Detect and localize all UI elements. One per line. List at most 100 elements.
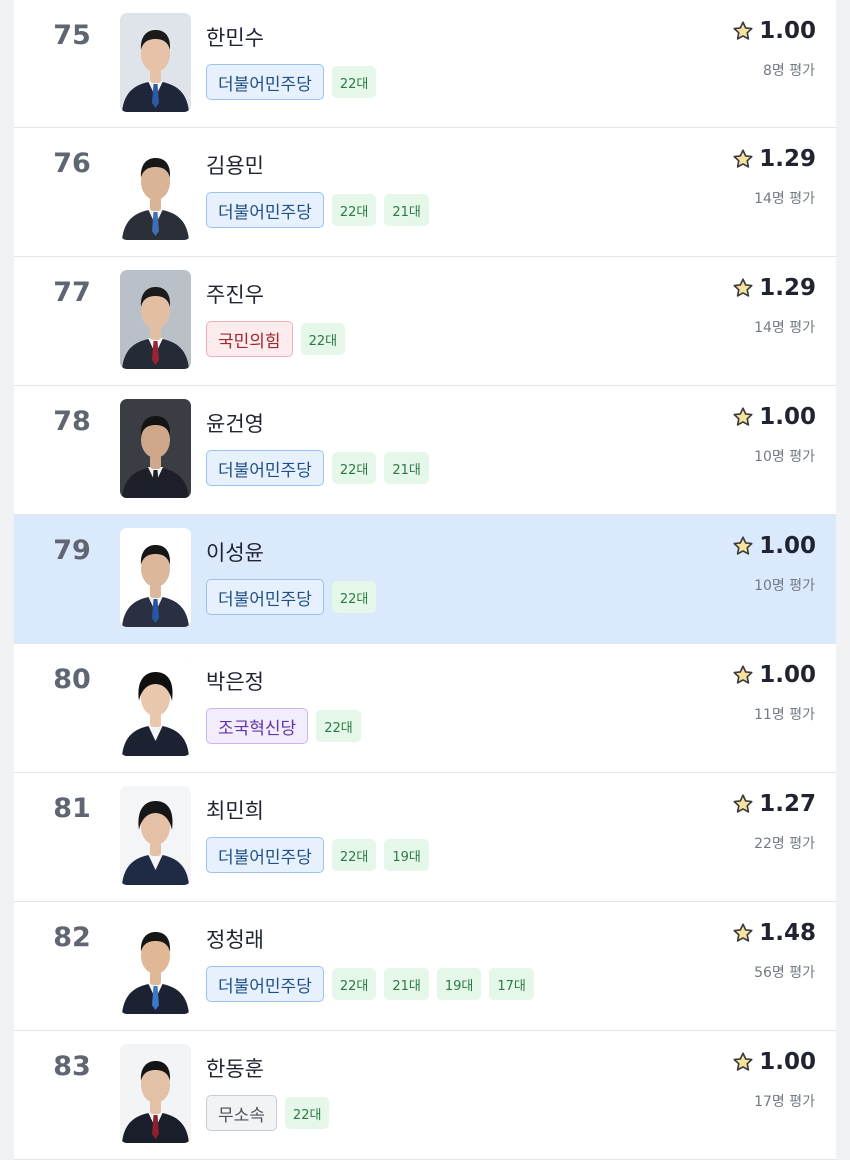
party-badge: 더불어민주당 xyxy=(206,192,324,228)
rank-number: 83 xyxy=(53,1051,91,1082)
tag-group: 더불어민주당 22대 21대 19대 17대 xyxy=(206,966,534,1002)
star-icon xyxy=(733,149,753,168)
avatar[interactable] xyxy=(120,786,191,885)
party-badge: 국민의힘 xyxy=(206,321,293,357)
politician-name[interactable]: 박은정 xyxy=(206,666,264,696)
avatar[interactable] xyxy=(120,13,191,112)
rank-number: 76 xyxy=(53,148,91,179)
rating-score: 1.48 xyxy=(732,920,816,946)
politician-name[interactable]: 주진우 xyxy=(206,279,264,309)
rating-count: 56명 평가 xyxy=(754,965,815,981)
list-item[interactable]: 77 주진우 국민의힘 22대 1.29 14명 평가 xyxy=(14,257,836,386)
term-badge: 22대 xyxy=(284,1097,330,1129)
star-icon xyxy=(733,536,753,555)
rank-number: 79 xyxy=(53,535,91,566)
term-badge: 21대 xyxy=(384,968,429,1000)
term-badge: 21대 xyxy=(384,194,429,226)
avatar[interactable] xyxy=(120,141,191,240)
rating-count: 10명 평가 xyxy=(754,578,815,594)
rating-score: 1.29 xyxy=(732,275,816,301)
party-badge: 더불어민주당 xyxy=(206,966,324,1002)
avatar[interactable] xyxy=(120,915,191,1014)
politician-name[interactable]: 윤건영 xyxy=(206,408,264,438)
avatar[interactable] xyxy=(120,1044,191,1143)
tag-group: 더불어민주당 22대 19대 xyxy=(206,837,429,873)
score-value: 1.27 xyxy=(759,791,816,817)
list-item[interactable]: 83 한동훈 무소속 22대 1.00 17명 평가 xyxy=(14,1031,836,1160)
portrait-image xyxy=(120,270,191,369)
term-badge: 22대 xyxy=(331,452,377,484)
rank-number: 82 xyxy=(53,922,91,953)
rating-count: 17명 평가 xyxy=(754,1094,815,1110)
rating-score: 1.00 xyxy=(732,662,816,688)
portrait-image xyxy=(120,786,191,885)
tag-group: 더불어민주당 22대 xyxy=(206,64,377,100)
rating-score: 1.00 xyxy=(732,404,816,430)
score-value: 1.48 xyxy=(759,920,816,946)
portrait-image xyxy=(120,1044,191,1143)
politician-name[interactable]: 최민희 xyxy=(206,795,264,825)
portrait-image xyxy=(120,399,191,498)
score-value: 1.00 xyxy=(759,662,816,688)
list-item[interactable]: 75 한민수 더불어민주당 22대 1.00 8명 평가 xyxy=(14,0,836,128)
star-icon xyxy=(733,794,753,813)
tag-group: 국민의힘 22대 xyxy=(206,321,346,357)
term-badge: 22대 xyxy=(331,66,377,98)
portrait-image xyxy=(120,915,191,1014)
politician-name[interactable]: 한민수 xyxy=(206,22,264,52)
rating-score: 1.00 xyxy=(732,18,816,44)
portrait-image xyxy=(120,141,191,240)
star-icon xyxy=(733,923,753,942)
term-badge: 19대 xyxy=(384,839,429,871)
tag-group: 더불어민주당 22대 xyxy=(206,579,377,615)
list-item[interactable]: 76 김용민 더불어민주당 22대 21대 1.29 14명 평가 xyxy=(14,128,836,257)
rating-count: 10명 평가 xyxy=(754,449,815,465)
avatar[interactable] xyxy=(120,399,191,498)
party-badge: 더불어민주당 xyxy=(206,64,324,100)
star-icon xyxy=(733,278,753,297)
tag-group: 더불어민주당 22대 21대 xyxy=(206,192,429,228)
star-icon xyxy=(733,665,753,684)
politician-name[interactable]: 이성윤 xyxy=(206,537,264,567)
rating-score: 1.27 xyxy=(732,791,816,817)
politician-name[interactable]: 한동훈 xyxy=(206,1053,264,1083)
politician-name[interactable]: 김용민 xyxy=(206,150,264,180)
rank-number: 81 xyxy=(53,793,91,824)
party-badge: 더불어민주당 xyxy=(206,837,324,873)
rating-count: 14명 평가 xyxy=(754,320,815,336)
list-item[interactable]: 79 이성윤 더불어민주당 22대 1.00 10명 평가 xyxy=(14,515,836,644)
star-icon xyxy=(733,21,753,40)
avatar[interactable] xyxy=(120,657,191,756)
score-value: 1.29 xyxy=(759,146,816,172)
rating-score: 1.00 xyxy=(732,533,816,559)
star-icon xyxy=(733,407,753,426)
term-badge: 22대 xyxy=(316,710,361,742)
term-badge: 22대 xyxy=(331,968,377,1000)
list-item[interactable]: 80 박은정 조국혁신당 22대 1.00 11명 평가 xyxy=(14,644,836,773)
rating-score: 1.29 xyxy=(732,146,816,172)
avatar[interactable] xyxy=(120,528,191,627)
party-badge: 무소속 xyxy=(206,1095,277,1131)
portrait-image xyxy=(120,528,191,627)
score-value: 1.00 xyxy=(759,404,816,430)
party-badge: 조국혁신당 xyxy=(206,708,309,744)
list-item[interactable]: 82 정청래 더불어민주당 22대 21대 19대 17대 1.48 56명 평가 xyxy=(14,902,836,1031)
term-badge: 22대 xyxy=(331,839,377,871)
rank-number: 78 xyxy=(53,406,91,437)
term-badge: 22대 xyxy=(331,581,377,613)
rating-count: 11명 평가 xyxy=(754,707,815,723)
term-badge: 22대 xyxy=(331,194,377,226)
portrait-image xyxy=(120,13,191,112)
term-badge: 19대 xyxy=(436,968,482,1000)
rank-number: 77 xyxy=(53,277,91,308)
politician-name[interactable]: 정청래 xyxy=(206,924,264,954)
ranking-list: 75 한민수 더불어민주당 22대 1.00 8명 평가 76 김용민 더불어민… xyxy=(14,0,836,1160)
list-item[interactable]: 78 윤건영 더불어민주당 22대 21대 1.00 10명 평가 xyxy=(14,386,836,515)
party-badge: 더불어민주당 xyxy=(206,450,324,486)
score-value: 1.00 xyxy=(759,1049,816,1075)
term-badge: 17대 xyxy=(489,968,534,1000)
avatar[interactable] xyxy=(120,270,191,369)
rating-count: 14명 평가 xyxy=(754,191,815,207)
rating-count: 22명 평가 xyxy=(754,836,815,852)
list-item[interactable]: 81 최민희 더불어민주당 22대 19대 1.27 22명 평가 xyxy=(14,773,836,902)
